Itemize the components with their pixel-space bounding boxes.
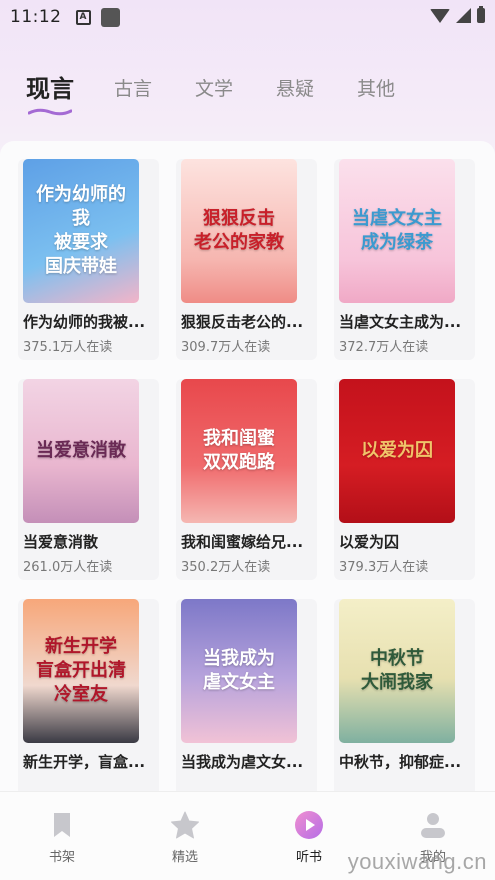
book-card[interactable]: 当虐文女主 成为绿茶当虐文女主成为... 372.7万人在读 — [334, 159, 475, 360]
book-title: 新生开学，盲盒... — [23, 753, 146, 771]
tab-label: 现言 — [26, 75, 74, 103]
book-reader-count: 372.7万人在读 — [339, 340, 429, 355]
book-title: 我和闺蜜嫁给兄... — [181, 533, 304, 551]
tab-label: 文学 — [195, 78, 234, 100]
book-list-panel[interactable]: 作为幼师的我 被要求 国庆带娃作为幼师的我被... 375.1万人在读 狠狠反击 老… — [0, 141, 495, 791]
status-bar: 11:12 A — [0, 0, 495, 34]
book-title: 当爱意消散 — [23, 533, 99, 551]
tab-xuanyi[interactable]: 悬疑 — [276, 76, 314, 102]
tab-label: 悬疑 — [276, 78, 315, 100]
book-cover-text: 狠狠反击 老公的家教 — [194, 208, 284, 253]
play-circle-icon — [295, 811, 323, 839]
tab-wenxue[interactable]: 文学 — [195, 76, 233, 102]
book-cover[interactable]: 中秋节 大闹我家 — [339, 599, 455, 743]
nav-audiobook[interactable]: 听书 — [269, 810, 349, 865]
status-time: 11:12 — [10, 7, 62, 27]
book-cover[interactable]: 我和闺蜜 双双跑路 — [181, 379, 297, 523]
nav-featured[interactable]: 精选 — [145, 810, 225, 865]
book-cover[interactable]: 以爱为囚 — [339, 379, 455, 523]
book-grid: 作为幼师的我 被要求 国庆带娃作为幼师的我被... 375.1万人在读 狠狠反击 老… — [18, 159, 475, 791]
wifi-icon — [430, 8, 450, 23]
book-reader-count: 379.3万人在读 — [339, 560, 429, 575]
book-reader-count: 309.7万人在读 — [181, 340, 271, 355]
star-icon — [171, 811, 199, 839]
book-cover[interactable]: 狠狠反击 老公的家教 — [181, 159, 297, 303]
tab-xianyan[interactable]: 现言 — [26, 75, 74, 116]
book-cover[interactable]: 当爱意消散 — [23, 379, 139, 523]
nav-bookshelf[interactable]: 书架 — [22, 810, 102, 865]
book-card[interactable]: 当我成为 虐文女主当我成为虐文女... — [176, 599, 317, 791]
book-cover-text: 当爱意消散 — [36, 440, 126, 461]
book-card[interactable]: 当爱意消散 当爱意消散 261.0万人在读 — [18, 379, 159, 580]
book-title: 当虐文女主成为... — [339, 313, 462, 331]
nav-label: 书架 — [48, 850, 75, 865]
book-card[interactable]: 新生开学 盲盒开出清 冷室友新生开学，盲盒... — [18, 599, 159, 791]
book-cover[interactable]: 当我成为 虐文女主 — [181, 599, 297, 743]
tab-underline — [28, 108, 72, 116]
tab-label: 古言 — [114, 78, 153, 100]
watermark: youxiwang.cn — [347, 849, 487, 874]
tab-qita[interactable]: 其他 — [357, 76, 395, 102]
notification-a-icon: A — [75, 9, 91, 25]
book-card[interactable]: 狠狠反击 老公的家教狠狠反击老公的... 309.7万人在读 — [176, 159, 317, 360]
book-title: 中秋节，抑郁症... — [339, 753, 462, 771]
book-title: 当我成为虐文女... — [181, 753, 304, 771]
notification-square-icon — [100, 7, 120, 27]
book-reader-count: 350.2万人在读 — [181, 560, 271, 575]
book-cover[interactable]: 新生开学 盲盒开出清 冷室友 — [23, 599, 139, 743]
book-cover-text: 我和闺蜜 双双跑路 — [203, 428, 275, 473]
book-card[interactable]: 以爱为囚 以爱为囚 379.3万人在读 — [334, 379, 475, 580]
book-cover-text: 当虐文女主 成为绿茶 — [352, 208, 442, 253]
category-tabs: 现言 古言 文学 悬疑 其他 — [26, 75, 438, 116]
book-card[interactable]: 作为幼师的我 被要求 国庆带娃作为幼师的我被... 375.1万人在读 — [18, 159, 159, 360]
book-cover-text: 中秋节 大闹我家 — [361, 648, 433, 693]
book-title: 作为幼师的我被... — [23, 313, 146, 331]
book-reader-count: 261.0万人在读 — [23, 560, 113, 575]
book-cover[interactable]: 作为幼师的我 被要求 国庆带娃 — [23, 159, 139, 303]
user-icon — [421, 813, 445, 838]
book-title: 狠狠反击老公的... — [181, 313, 304, 331]
book-reader-count: 375.1万人在读 — [23, 340, 113, 355]
book-cover-text: 新生开学 盲盒开出清 冷室友 — [36, 636, 126, 705]
battery-icon — [477, 6, 485, 23]
book-cover-text: 作为幼师的我 被要求 国庆带娃 — [36, 184, 126, 277]
nav-label: 听书 — [295, 850, 322, 865]
bookmark-icon — [54, 813, 70, 837]
book-card[interactable]: 中秋节 大闹我家中秋节，抑郁症... — [334, 599, 475, 791]
book-cover-text: 以爱为囚 — [361, 440, 433, 461]
nav-label: 精选 — [171, 850, 198, 865]
tab-label: 其他 — [357, 78, 396, 100]
book-cover[interactable]: 当虐文女主 成为绿茶 — [339, 159, 455, 303]
book-cover-text: 当我成为 虐文女主 — [203, 648, 275, 693]
book-title: 以爱为囚 — [339, 533, 400, 551]
signal-icon — [456, 8, 471, 23]
book-card[interactable]: 我和闺蜜 双双跑路我和闺蜜嫁给兄... 350.2万人在读 — [176, 379, 317, 580]
tab-guyan[interactable]: 古言 — [114, 76, 152, 102]
